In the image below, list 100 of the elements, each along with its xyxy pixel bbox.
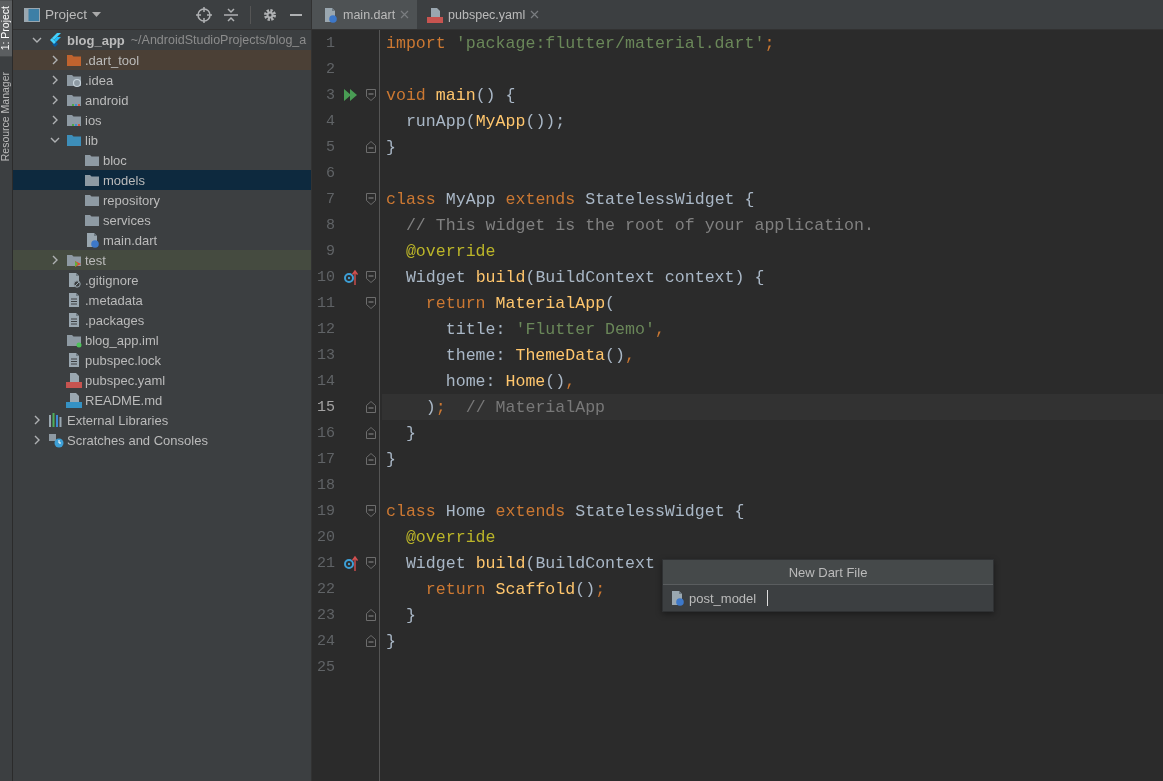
line-number: 8 [325, 216, 336, 234]
text-cursor [767, 590, 768, 606]
override-icon[interactable] [344, 269, 358, 285]
code-line: @override [404, 241, 496, 261]
dart-file-icon [669, 590, 685, 606]
yaml-file-icon [427, 6, 444, 23]
line-number: 21 [316, 554, 336, 572]
fold-icon[interactable] [366, 557, 376, 569]
line-number: 12 [316, 320, 336, 338]
code-line: return MaterialApp( [424, 293, 616, 313]
tree-item[interactable]: .idea [13, 70, 311, 90]
line-number: 15 [316, 398, 336, 416]
tree-item[interactable]: test [13, 250, 311, 270]
line-number: 4 [325, 112, 336, 130]
collapse-icon[interactable] [224, 7, 238, 22]
fold-icon[interactable] [366, 427, 376, 439]
line-number: 7 [325, 190, 336, 208]
editor-tab[interactable]: main.dart [312, 0, 418, 29]
editor-tab[interactable]: pubspec.yaml [417, 0, 548, 29]
line-number: 14 [316, 372, 336, 390]
tree-item[interactable]: repository [13, 190, 311, 210]
file-icon [66, 352, 82, 368]
override-icon[interactable] [344, 555, 358, 571]
line-number: 11 [316, 294, 336, 312]
module-file-icon [66, 332, 82, 348]
line-number: 3 [325, 86, 336, 104]
folder-icon [66, 252, 82, 268]
line-number: 25 [316, 658, 336, 676]
locate-icon[interactable] [196, 6, 212, 23]
code-line: title: 'Flutter Demo', [444, 319, 665, 339]
code-line: Widget build(BuildContext context) { [404, 267, 765, 287]
dart-file-icon [84, 232, 100, 248]
settings-icon[interactable] [263, 7, 277, 22]
code-line: import 'package:flutter/material.dart'; [386, 33, 775, 53]
folder-icon [66, 112, 82, 128]
code-line: // This widget is the root of your application. [404, 215, 874, 235]
fold-icon[interactable] [366, 635, 376, 647]
code-line: home: Home(), [444, 371, 576, 391]
code-line: } [404, 423, 416, 443]
tree-item[interactable]: bloc [13, 150, 311, 170]
fold-icon[interactable] [366, 453, 376, 465]
code-line: } [386, 631, 396, 651]
tree-item[interactable]: .dart_tool [13, 50, 311, 70]
caret-icon [92, 11, 102, 18]
code-line: class Home extends StatelessWidget { [386, 501, 745, 521]
line-number: 10 [316, 268, 336, 286]
fold-icon[interactable] [366, 505, 376, 517]
tree-item[interactable]: README.md [13, 390, 311, 410]
fold-icon[interactable] [366, 297, 376, 309]
folder-icon [66, 72, 82, 88]
line-number: 13 [316, 346, 336, 364]
line-number: 6 [325, 164, 336, 182]
path-text: ~/AndroidStudioProjects/blog_a [130, 33, 307, 47]
libraries-icon [48, 412, 64, 428]
code-line: theme: ThemeData(), [444, 345, 635, 365]
line-number: 9 [325, 242, 336, 260]
line-number: 19 [316, 502, 336, 520]
line-number: 5 [325, 138, 336, 156]
fold-icon[interactable] [366, 141, 376, 153]
tree-item[interactable]: .packages [13, 310, 311, 330]
file-icon [66, 312, 82, 328]
code-line: } [404, 605, 416, 625]
tree-item[interactable]: main.dart [13, 230, 311, 250]
tree-item[interactable]: lib [13, 130, 311, 150]
tree-item[interactable]: Scratches and Consoles [13, 430, 311, 450]
line-number: 17 [316, 450, 336, 468]
fold-icon[interactable] [366, 609, 376, 621]
fold-icon[interactable] [366, 271, 376, 283]
code-line: return Scaffold(); [424, 579, 606, 599]
tree-item[interactable]: blog_app.iml [13, 330, 311, 350]
code-line: ); // MaterialApp [424, 397, 606, 417]
folder-icon [66, 132, 82, 148]
tree-item[interactable]: External Libraries [13, 410, 311, 430]
fold-icon[interactable] [366, 89, 376, 101]
line-number: 18 [316, 476, 336, 494]
tree-item[interactable]: android [13, 90, 311, 110]
code-line: } [386, 449, 396, 469]
fold-icon[interactable] [366, 193, 376, 205]
file-icon [66, 272, 82, 288]
line-number: 20 [316, 528, 336, 546]
project-view-dropdown[interactable]: Project [22, 5, 104, 24]
tree-item[interactable]: blog_app ~/AndroidStudioProjects/blog_a [13, 30, 311, 50]
dialog-title: New Dart File [663, 560, 993, 585]
code-line: void main() { [386, 85, 516, 105]
tree-item[interactable]: services [13, 210, 311, 230]
fold-icon[interactable] [366, 401, 376, 413]
tree-item[interactable]: ios [13, 110, 311, 130]
file-name-field[interactable]: post_model [689, 590, 763, 606]
line-number: 22 [316, 580, 336, 598]
tree-item[interactable]: .gitignore [13, 270, 311, 290]
code-line: runApp(MyApp()); [404, 111, 566, 131]
run-icon[interactable] [344, 89, 358, 101]
tree-item[interactable]: .metadata [13, 290, 311, 310]
tree-item[interactable]: models [13, 170, 311, 190]
code-line: class MyApp extends StatelessWidget { [386, 189, 755, 209]
tree-item[interactable]: pubspec.yaml [13, 370, 311, 390]
panel-icon [24, 7, 40, 22]
tree-item[interactable]: pubspec.lock [13, 350, 311, 370]
close-icon[interactable] [530, 10, 540, 19]
folder-icon [84, 152, 100, 168]
